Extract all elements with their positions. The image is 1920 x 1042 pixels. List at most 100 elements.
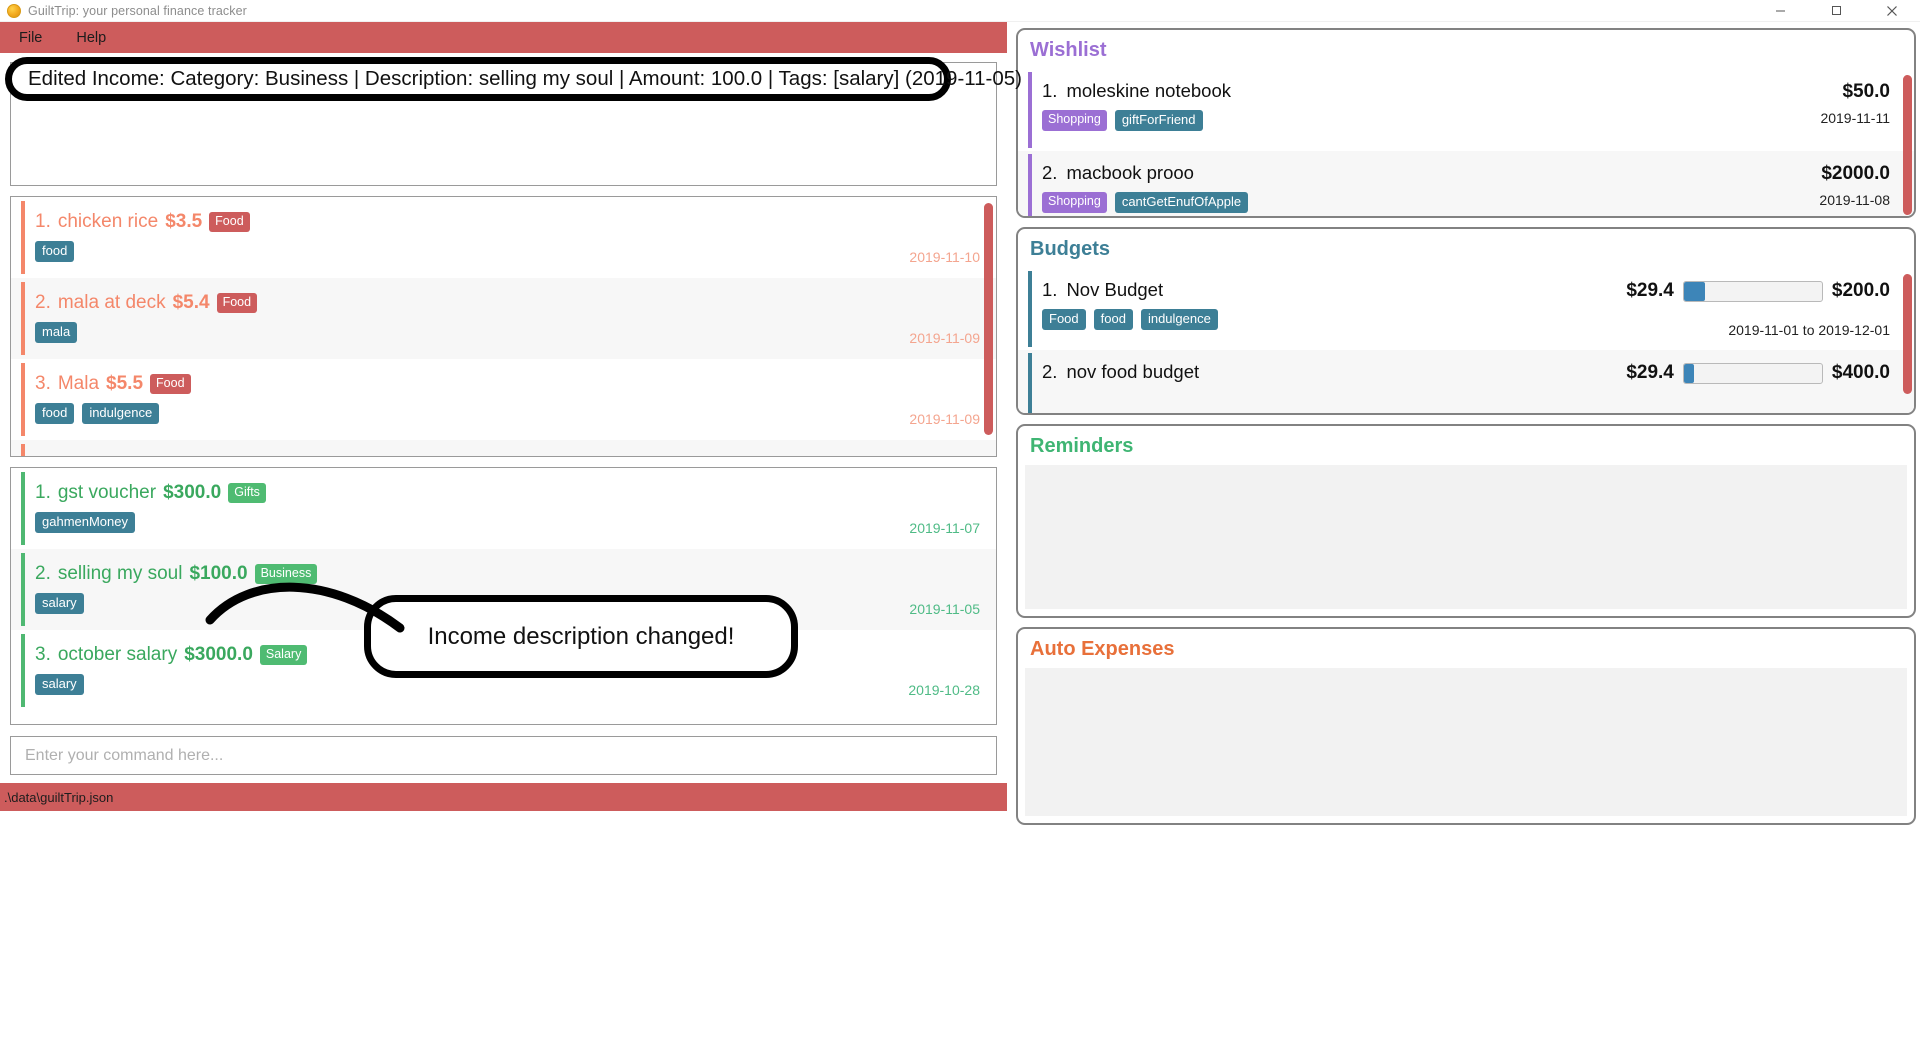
- wishlist-card: Wishlist 1. moleskine notebook Shopping …: [1016, 28, 1916, 218]
- row-index: 2.: [35, 292, 51, 313]
- row-index: 1.: [35, 211, 51, 232]
- annotation-pointer-line: [205, 582, 405, 633]
- budget-total: $200.0: [1831, 280, 1890, 301]
- wishlist-title: Wishlist: [1030, 39, 1107, 61]
- category-badge: Food: [150, 374, 191, 394]
- table-row-partial[interactable]: [11, 440, 996, 456]
- menu-help[interactable]: Help: [71, 28, 111, 48]
- row-index: 2.: [1042, 162, 1058, 183]
- tag-list: Food food indulgence: [1042, 309, 1834, 330]
- budget-progress-bar: [1682, 362, 1823, 384]
- budgets-body: 1. Nov Budget Food food indulgence $29.4…: [1018, 268, 1914, 413]
- expense-list-scrollbar[interactable]: [984, 203, 993, 435]
- row-date: 2019-11-05: [909, 601, 980, 617]
- row-description: macbook prooo: [1066, 162, 1194, 183]
- window-title: GuiltTrip: your personal finance tracker: [28, 3, 247, 18]
- wishlist-scrollbar[interactable]: [1903, 75, 1912, 215]
- auto-expenses-card: Auto Expenses: [1016, 627, 1916, 825]
- row-date: 2019-10-28: [908, 682, 980, 698]
- row-date: 2019-11-09: [909, 411, 980, 427]
- tag: food: [35, 403, 75, 424]
- budget-total: $400.0: [1831, 362, 1890, 383]
- row-date: 2019-11-07: [909, 520, 980, 536]
- row-index: 2.: [35, 563, 51, 584]
- row-index: 1.: [1042, 279, 1058, 300]
- tag: mala: [35, 322, 78, 343]
- left-pane: File Help 1. chicken rice $3.5 Food food…: [0, 22, 1007, 1042]
- tag-list: Shopping giftForFriend: [1042, 110, 1834, 131]
- row-index: 3.: [35, 373, 51, 394]
- app-window: GuiltTrip: your personal finance tracker…: [0, 0, 1920, 1042]
- row-description: moleskine notebook: [1066, 80, 1231, 101]
- table-row[interactable]: 3. Mala $5.5 Food food indulgence 2019-1…: [11, 359, 996, 440]
- category-badge: Gifts: [228, 483, 266, 503]
- row-description: gst voucher: [57, 482, 157, 503]
- budgets-title: Budgets: [1030, 238, 1110, 260]
- category-badge: Shopping: [1042, 110, 1107, 131]
- tag: Food: [1042, 309, 1086, 330]
- category-badge: Food: [216, 293, 258, 313]
- budgets-scrollbar[interactable]: [1903, 274, 1912, 394]
- row-date: 2019-11-11: [1820, 110, 1890, 126]
- tag: salary: [35, 593, 84, 614]
- table-row[interactable]: 2. mala at deck $5.4 Food mala 2019-11-0…: [11, 278, 996, 359]
- expense-row-head: 1. chicken rice $3.5 Food: [35, 211, 982, 233]
- list-item[interactable]: 1. Nov Budget Food food indulgence $29.4…: [1018, 268, 1914, 350]
- row-amount: $300.0: [163, 482, 222, 503]
- tag-list: food indulgence: [35, 403, 982, 424]
- tag: food: [1093, 309, 1133, 330]
- table-row[interactable]: 1. chicken rice $3.5 Food food 2019-11-1…: [11, 197, 996, 278]
- row-date: 2019-11-09: [909, 330, 980, 346]
- list-item[interactable]: 1. moleskine notebook Shopping giftForFr…: [1018, 69, 1914, 151]
- menu-bar: File Help: [0, 22, 1007, 53]
- list-item[interactable]: 2. nov food budget $29.4 $400.0: [1018, 350, 1914, 413]
- wishlist-item-meta: $50.0 2019-11-11: [1820, 81, 1890, 126]
- row-amount: $5.4: [172, 292, 210, 313]
- window-controls: [1752, 0, 1920, 22]
- tag: indulgence: [1140, 309, 1218, 330]
- tag: cantGetEnufOfApple: [1114, 192, 1249, 213]
- expense-row-head: 3. Mala $5.5 Food: [35, 373, 982, 395]
- row-index: 2.: [1042, 361, 1058, 382]
- maximize-icon[interactable]: [1808, 0, 1864, 22]
- title-bar: GuiltTrip: your personal finance tracker: [0, 0, 1920, 22]
- annotation-banner: Edited Income: Category: Business | Desc…: [5, 57, 1022, 101]
- income-row-head: 2. selling my soul $100.0 Business: [35, 563, 982, 585]
- tag-list: gahmenMoney: [35, 512, 982, 533]
- reminders-card: Reminders: [1016, 424, 1916, 618]
- auto-expenses-title: Auto Expenses: [1030, 638, 1175, 660]
- expense-row-head: 2. mala at deck $5.4 Food: [35, 292, 982, 314]
- row-description: chicken rice: [57, 211, 159, 232]
- tag: salary: [35, 674, 84, 695]
- minimize-icon[interactable]: [1752, 0, 1808, 22]
- row-description: Nov Budget: [1066, 279, 1164, 300]
- table-row[interactable]: 1. gst voucher $300.0 Gifts gahmenMoney …: [11, 468, 996, 549]
- tag-list: food: [35, 241, 982, 262]
- budget-meter: $29.4 $200.0: [1626, 280, 1890, 302]
- list-item[interactable]: 2. macbook prooo Shopping cantGetEnufOfA…: [1018, 151, 1914, 216]
- tag: giftForFriend: [1114, 110, 1203, 131]
- income-row-head: 1. gst voucher $300.0 Gifts: [35, 482, 982, 504]
- right-pane: Wishlist 1. moleskine notebook Shopping …: [1012, 22, 1920, 1042]
- row-date: 2019-11-08: [1819, 192, 1890, 208]
- command-input[interactable]: [10, 736, 997, 775]
- row-amount: $5.5: [106, 373, 144, 394]
- row-description: Mala: [57, 373, 100, 394]
- menu-file[interactable]: File: [14, 28, 47, 48]
- command-bar: [10, 736, 997, 775]
- close-icon[interactable]: [1864, 0, 1920, 22]
- row-amount: $50.0: [1842, 81, 1890, 102]
- auto-expenses-empty-body: [1025, 668, 1907, 816]
- wishlist-item-head: 2. macbook prooo: [1042, 162, 1834, 184]
- row-index: 1.: [35, 482, 51, 503]
- expense-list-panel: 1. chicken rice $3.5 Food food 2019-11-1…: [10, 196, 997, 457]
- row-description: nov food budget: [1066, 361, 1200, 382]
- row-description: october salary: [57, 644, 178, 665]
- budgets-card: Budgets 1. Nov Budget Food food indulgen…: [1016, 227, 1916, 415]
- tag-list: mala: [35, 322, 982, 343]
- status-bar: .\data\guiltTrip.json: [0, 783, 1007, 811]
- tag: food: [35, 241, 75, 262]
- status-file-path: .\data\guiltTrip.json: [4, 789, 114, 805]
- row-index: 3.: [35, 644, 51, 665]
- category-badge: Food: [209, 212, 250, 232]
